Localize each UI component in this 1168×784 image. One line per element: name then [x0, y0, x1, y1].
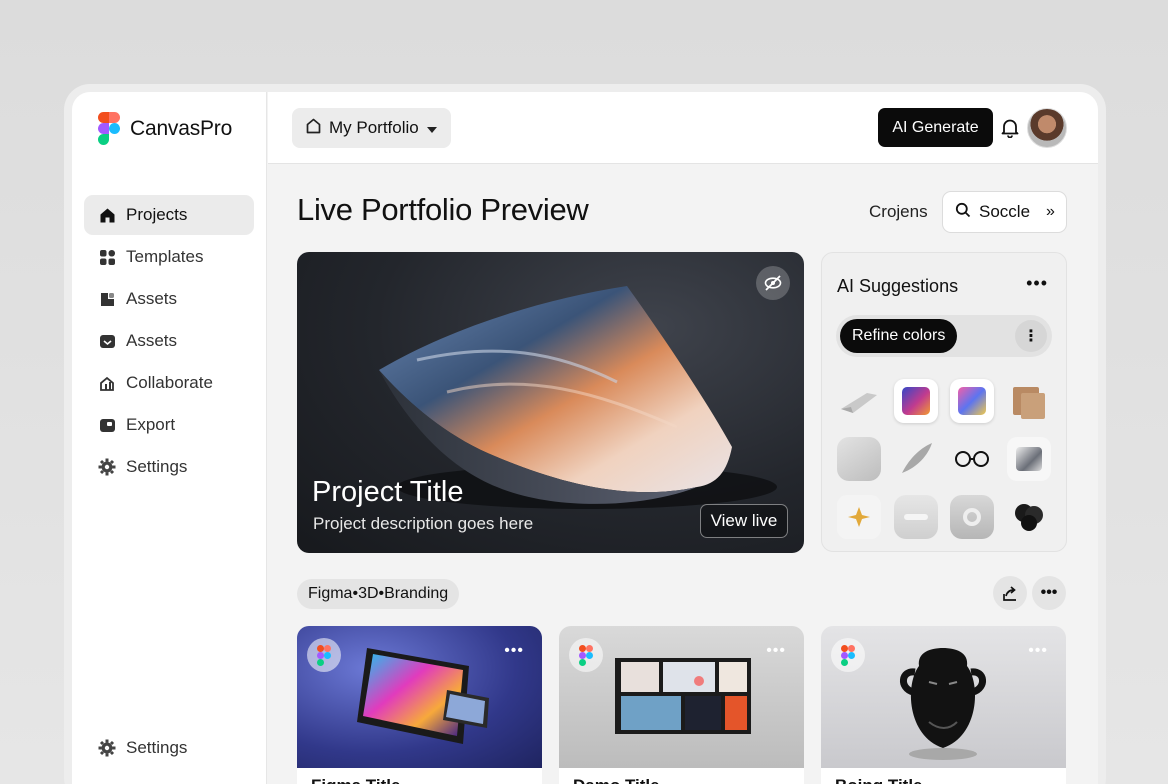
- assets-icon: [98, 290, 116, 308]
- sidebar-item-settings-bottom[interactable]: Settings: [84, 728, 254, 768]
- more-options-icon[interactable]: •••: [1026, 273, 1048, 294]
- ai-generate-button[interactable]: AI Generate: [878, 108, 993, 147]
- suggestion-swatch[interactable]: [894, 437, 938, 481]
- project-card[interactable]: ••• Figma Title: [297, 626, 542, 784]
- suggestion-swatch[interactable]: [894, 495, 938, 539]
- sidebar-item-label: Settings: [126, 738, 188, 757]
- gear-icon: [98, 458, 116, 476]
- home-outline-icon: [306, 118, 321, 139]
- assets-box-icon: [98, 332, 116, 350]
- refine-colors-button[interactable]: Refine colors: [840, 319, 958, 353]
- more-options-icon[interactable]: •••: [504, 642, 524, 660]
- gear-icon: [98, 739, 116, 757]
- sidebar-item-assets-library[interactable]: Assets: [84, 321, 254, 361]
- app-name: CanvasPro: [130, 117, 233, 140]
- bell-icon[interactable]: [1001, 118, 1021, 139]
- double-chevron-right-icon: »: [1046, 203, 1055, 220]
- suggestion-swatch[interactable]: [950, 437, 994, 481]
- workspace-dropdown[interactable]: My Portfolio: [292, 108, 451, 148]
- visibility-off-icon[interactable]: [756, 266, 790, 300]
- sidebar-item-label: Export: [126, 415, 176, 434]
- ai-suggestions-title: AI Suggestions: [837, 276, 959, 296]
- sidebar-bottom: Settings: [84, 728, 254, 770]
- templates-icon: [98, 248, 116, 266]
- suggestion-swatch[interactable]: [950, 495, 994, 539]
- more-options-icon[interactable]: •••: [766, 642, 786, 660]
- project-tags: Figma • 3D • Branding: [297, 579, 460, 609]
- page-title: Live Portfolio Preview: [297, 192, 589, 227]
- tag-label[interactable]: Branding: [384, 585, 448, 603]
- workspace-label: My Portfolio: [329, 118, 419, 137]
- view-live-button[interactable]: View live: [700, 504, 788, 538]
- export-icon: [98, 416, 116, 434]
- search-button[interactable]: Soccle »: [942, 191, 1067, 233]
- suggestion-swatch[interactable]: [894, 379, 938, 423]
- suggestion-swatch[interactable]: [837, 495, 881, 539]
- figma-logo-icon: [569, 638, 603, 672]
- sidebar-item-label: Settings: [126, 457, 188, 476]
- brand[interactable]: CanvasPro: [98, 112, 232, 146]
- search-label: Soccle: [979, 202, 1031, 221]
- avatar[interactable]: [1027, 108, 1067, 148]
- sidebar-item-label: Projects: [126, 205, 188, 224]
- sidebar-item-templates[interactable]: Templates: [84, 237, 254, 277]
- sidebar-item-settings[interactable]: Settings: [84, 447, 254, 487]
- sidebar-item-projects[interactable]: Projects: [84, 195, 254, 235]
- hero-project-title: Project Title: [312, 476, 464, 508]
- share-icon[interactable]: [993, 576, 1027, 610]
- ai-suggestions-panel: AI Suggestions ••• Refine colors ⋮: [821, 252, 1067, 552]
- sidebar-item-label: Assets: [126, 331, 178, 350]
- figma-logo-icon: [307, 638, 341, 672]
- card-title: Boing Title: [835, 776, 923, 784]
- sidebar-item-collaborate[interactable]: Collaborate: [84, 363, 254, 403]
- project-card[interactable]: ••• Damo Title: [559, 626, 804, 784]
- sidebar-item-export[interactable]: Export: [84, 405, 254, 445]
- caret-down-icon: [426, 118, 437, 138]
- sidebar-item-assets[interactable]: Assets: [84, 279, 254, 319]
- hero-preview[interactable]: Project Title Project description goes h…: [297, 252, 804, 553]
- figma-logo-icon: [831, 638, 865, 672]
- sidebar-item-label: Assets: [126, 289, 178, 308]
- collaborate-icon: [98, 374, 116, 392]
- suggestion-swatch[interactable]: [837, 437, 881, 481]
- suggestion-swatch[interactable]: [837, 379, 881, 423]
- figma-logo-icon: [98, 112, 120, 146]
- topbar: My Portfolio AI Generate: [268, 92, 1098, 164]
- hero-project-description: Project description goes here: [313, 514, 534, 533]
- sidebar-item-label: Collaborate: [126, 373, 213, 392]
- suggestion-swatch[interactable]: [1007, 437, 1051, 481]
- home-icon: [98, 206, 116, 224]
- project-card[interactable]: ••• Boing Title: [821, 626, 1066, 784]
- vertical-dots-icon[interactable]: ⋮: [1015, 320, 1047, 352]
- card-title: Figma Title: [311, 776, 400, 784]
- sidebar-item-label: Templates: [126, 247, 204, 266]
- suggestion-swatch[interactable]: [1007, 495, 1051, 539]
- tag-label[interactable]: 3D: [358, 585, 378, 603]
- refine-row: Refine colors ⋮: [836, 315, 1052, 357]
- sidebar: CanvasPro Projects Templates Assets Asse…: [72, 92, 267, 784]
- filter-label[interactable]: Crojens: [869, 202, 928, 222]
- sidebar-nav: Projects Templates Assets Assets Collabo…: [84, 195, 254, 489]
- more-options-icon[interactable]: •••: [1028, 642, 1048, 660]
- more-options-icon[interactable]: •••: [1032, 576, 1066, 610]
- tag-label[interactable]: Figma: [308, 585, 352, 603]
- suggestion-swatch[interactable]: [1007, 379, 1051, 423]
- suggestion-swatch[interactable]: [950, 379, 994, 423]
- app-window: CanvasPro Projects Templates Assets Asse…: [72, 92, 1098, 784]
- card-title: Damo Title: [573, 776, 660, 784]
- search-icon: [955, 202, 971, 223]
